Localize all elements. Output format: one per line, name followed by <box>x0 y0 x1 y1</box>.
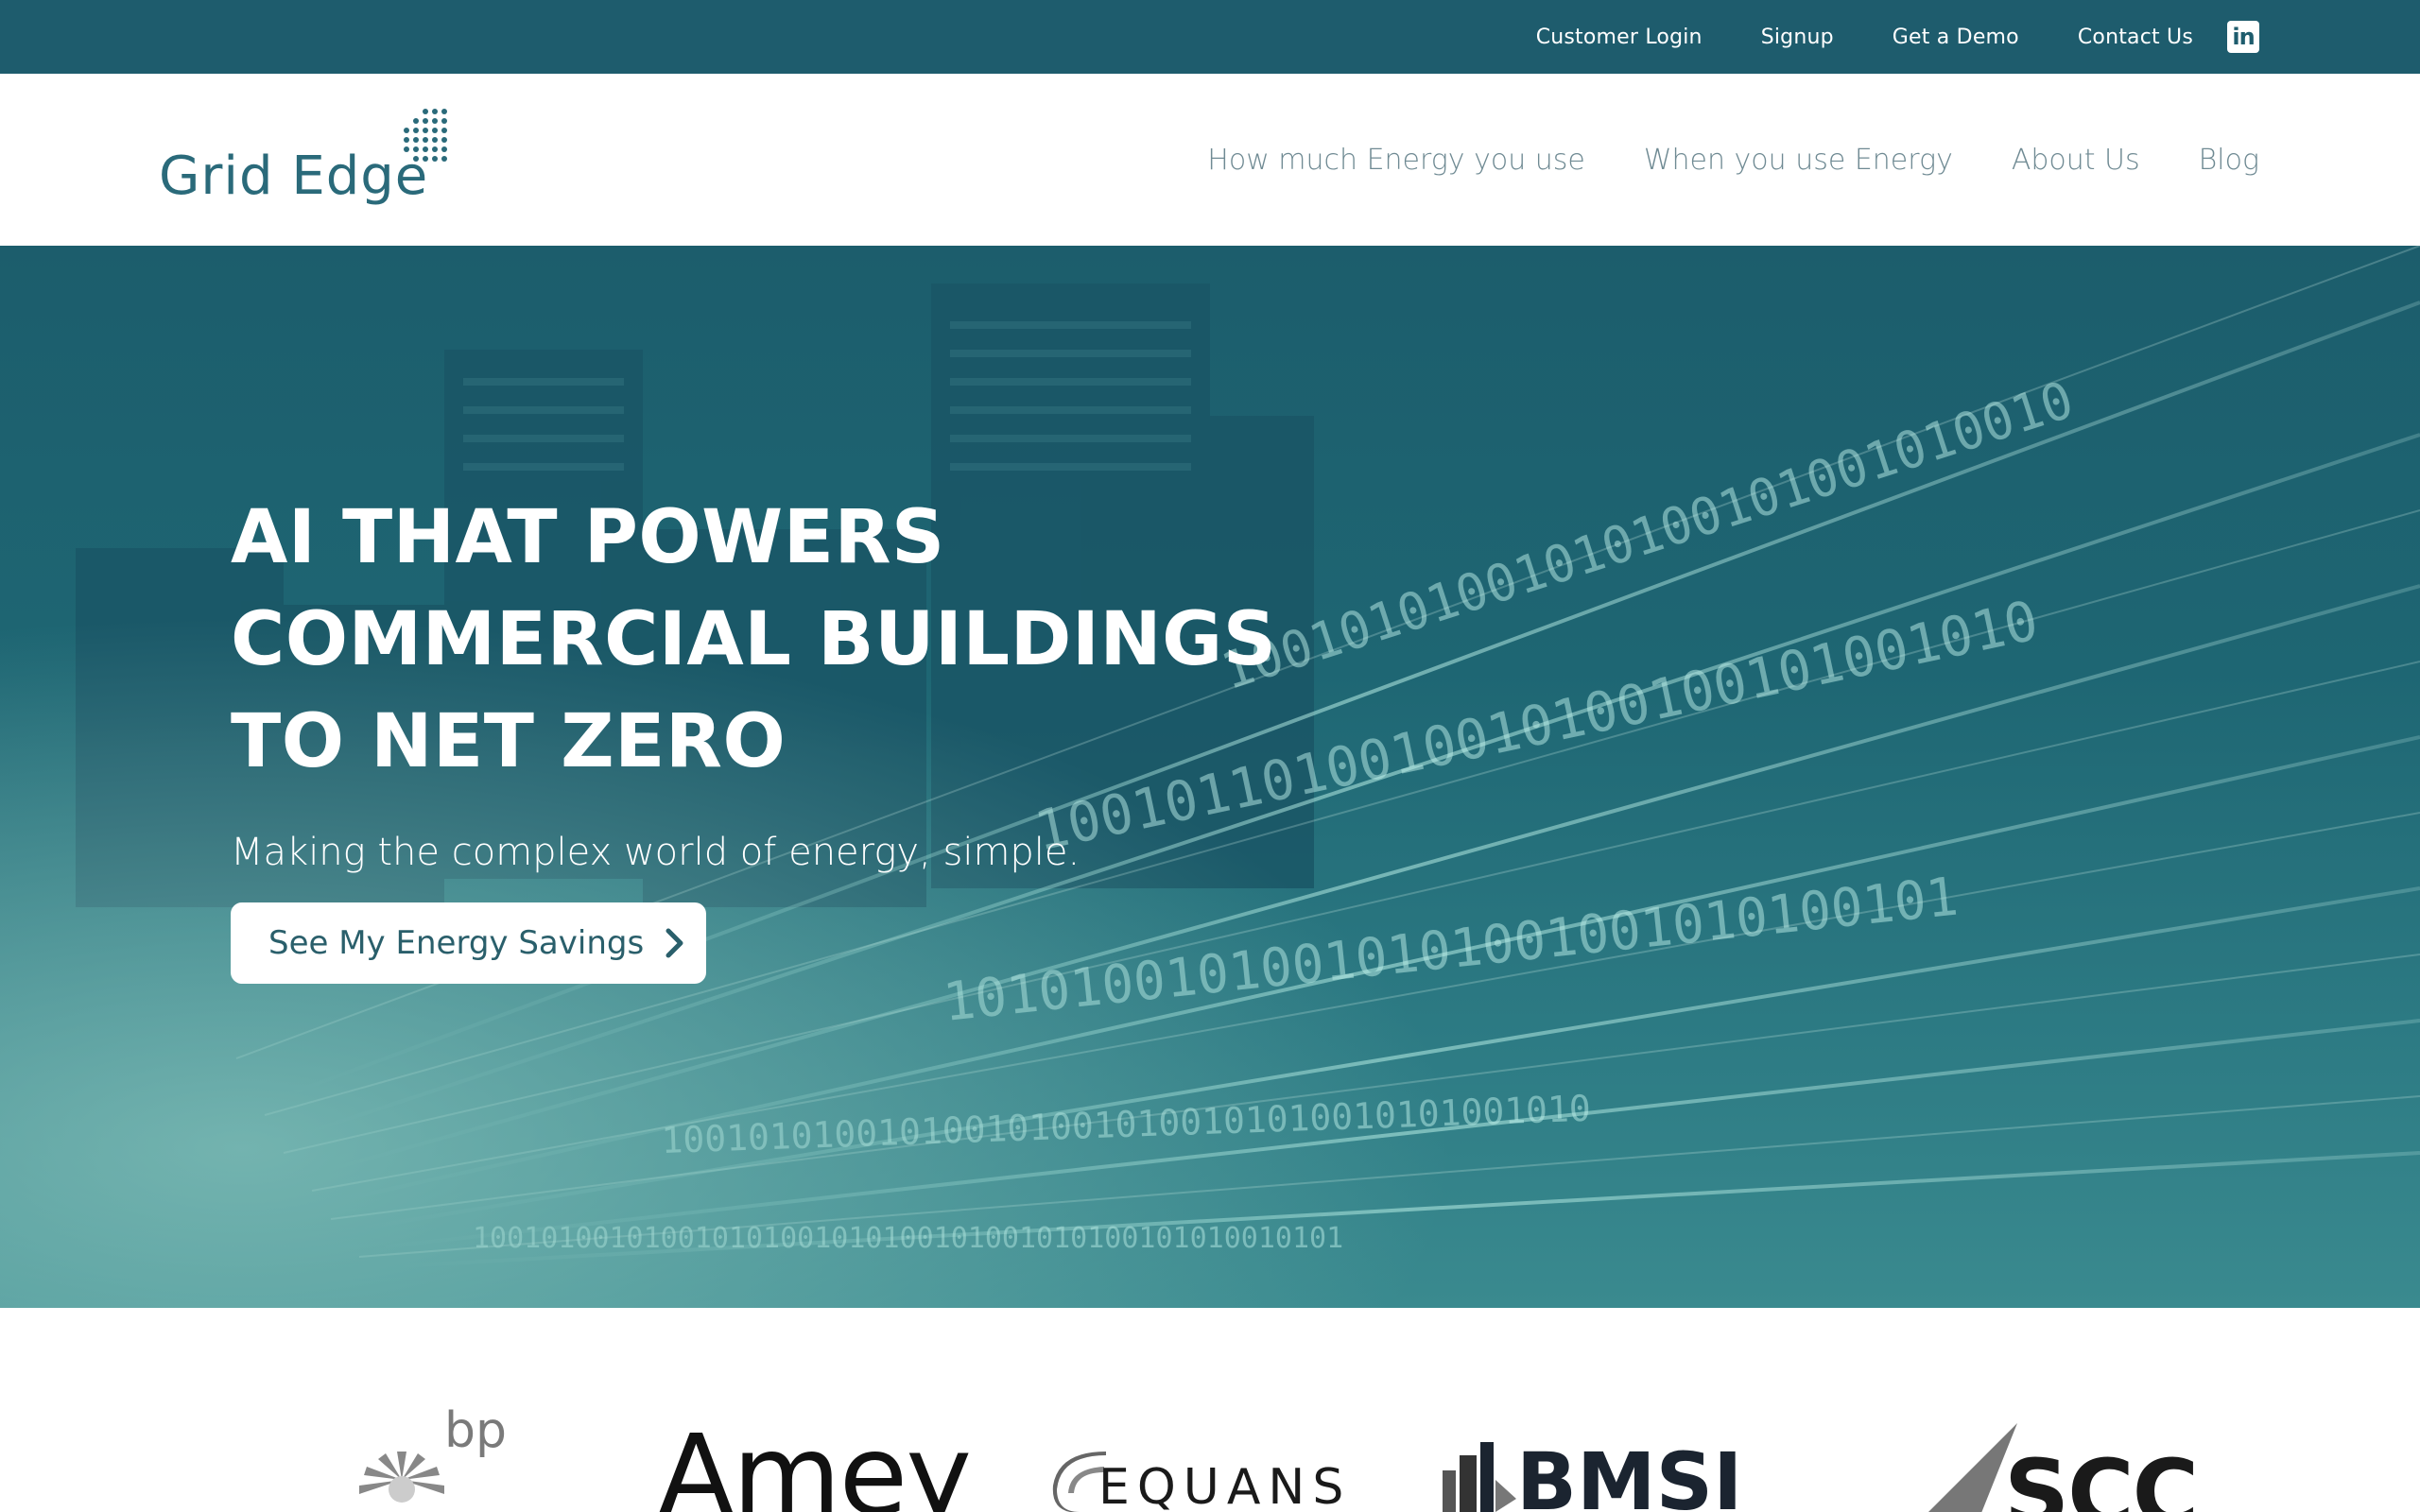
partner-logos: bp Amey EQUANS BMSI SCC <box>0 1308 2420 1512</box>
bp-helios-icon <box>359 1452 444 1503</box>
cta-label: See My Energy Savings <box>268 924 645 962</box>
top-utility-bar: Customer Login Signup Get a Demo Contact… <box>0 0 2420 74</box>
grid-edge-logo[interactable]: Grid Edge <box>159 108 461 212</box>
amey-wordmark: Amey <box>658 1410 972 1512</box>
main-navigation: How much Energy you use When you use Ene… <box>1149 74 2259 246</box>
hero-title-line-2: COMMERCIAL BUILDINGS <box>231 597 1277 682</box>
signup-link[interactable]: Signup <box>1761 26 1834 49</box>
bp-logo: bp <box>350 1402 507 1512</box>
get-a-demo-link[interactable]: Get a Demo <box>1893 26 2019 49</box>
bmsi-building-icon <box>1443 1442 1516 1512</box>
linkedin-icon[interactable]: in <box>2227 21 2259 53</box>
customer-login-link[interactable]: Customer Login <box>1536 26 1703 49</box>
see-my-energy-savings-button[interactable]: See My Energy Savings <box>231 902 707 984</box>
hero-title: AI THAT POWERS COMMERCIAL BUILDINGS TO N… <box>231 487 1276 793</box>
hero-section: 10010101001010100101001010010 1001011010… <box>0 246 2420 1308</box>
nav-how-much-energy[interactable]: How much Energy you use <box>1207 144 1585 177</box>
hero-content: AI THAT POWERS COMMERCIAL BUILDINGS TO N… <box>231 487 1276 984</box>
main-header: Grid Edge How much Energy you use When y… <box>0 74 2420 246</box>
scc-wordmark: SCC <box>2004 1440 2199 1512</box>
utility-links: Customer Login Signup Get a Demo Contact… <box>1478 0 2259 74</box>
equans-wordmark: EQUANS <box>1098 1459 1352 1512</box>
hero-title-line-1: AI THAT POWERS <box>231 495 945 580</box>
nav-blog[interactable]: Blog <box>2199 144 2259 177</box>
contact-us-link[interactable]: Contact Us <box>2078 26 2193 49</box>
hero-subtitle: Making the complex world of energy, simp… <box>231 831 1080 874</box>
bp-wordmark: bp <box>444 1402 508 1459</box>
nav-about-us[interactable]: About Us <box>2012 144 2140 177</box>
logo-wordmark: Grid Edge <box>159 146 429 207</box>
amey-logo: Amey <box>658 1419 972 1512</box>
nav-when-you-use-energy[interactable]: When you use Energy <box>1644 144 1953 177</box>
bmsi-wordmark: BMSI <box>1516 1435 1743 1512</box>
hero-title-line-3: TO NET ZERO <box>231 699 786 784</box>
chevron-right-icon <box>665 927 685 959</box>
linkedin-glyph: in <box>2232 24 2255 50</box>
logo-dots-icon <box>404 109 447 162</box>
